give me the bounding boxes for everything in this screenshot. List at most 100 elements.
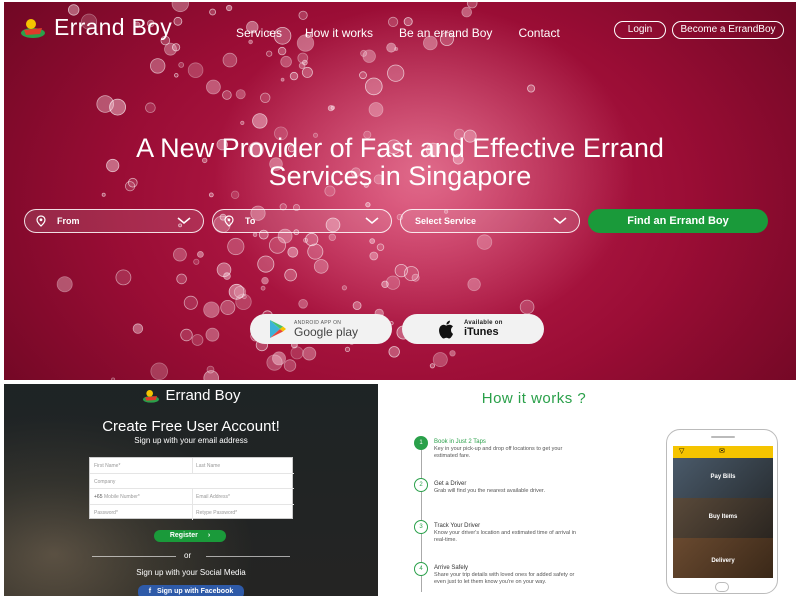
company-field[interactable]: Company — [94, 479, 115, 485]
password-field[interactable]: Password* — [94, 510, 118, 516]
bubble — [252, 113, 268, 129]
itunes-button[interactable]: Available on iTunes — [402, 314, 544, 344]
nav-how-it-works[interactable]: How it works — [305, 26, 373, 40]
form-row-contact: +65 Mobile Number* Email Address* — [90, 489, 294, 505]
bubble — [193, 258, 200, 265]
bubble — [205, 79, 221, 95]
app-section-pay-bills: Pay Bills — [673, 458, 773, 498]
signup-form: First Name* Last Name Company +65 Mobile… — [89, 457, 294, 520]
bubble — [132, 323, 144, 334]
social-signup-title: Sign up with your Social Media — [136, 568, 246, 577]
become-errandboy-button[interactable]: Become a ErrandBoy — [672, 21, 784, 39]
bubble — [176, 273, 187, 285]
bubble — [344, 346, 351, 352]
bubble — [298, 298, 308, 309]
bubble — [260, 285, 266, 291]
facebook-signup-label: Sign up with Facebook — [157, 588, 234, 595]
bubble — [352, 301, 362, 311]
bubble — [280, 77, 285, 82]
bubble — [359, 71, 367, 80]
step-number-badge: 2 — [414, 478, 428, 492]
chevron-down-icon — [553, 217, 567, 225]
facebook-signup-button[interactable]: f Sign up with Facebook — [138, 585, 244, 596]
itunes-big-text: iTunes — [464, 326, 499, 338]
bubble — [330, 105, 335, 110]
facebook-icon: f — [148, 588, 152, 595]
bubble — [260, 92, 271, 104]
phone-speaker — [711, 436, 735, 438]
hero-headline-line2: Services in Singapore — [268, 161, 532, 191]
bubble — [287, 246, 299, 258]
pay-bills-label: Pay Bills — [710, 474, 736, 480]
from-location-select[interactable]: From — [24, 209, 204, 233]
step-number-badge: 1 — [414, 436, 428, 450]
login-button[interactable]: Login — [614, 21, 666, 39]
bubble — [203, 301, 220, 318]
bubble — [305, 232, 319, 247]
step-title: Track Your Driver — [434, 523, 481, 529]
how-it-works-section: How it works ? 1 Book in Just 2 Taps Key… — [384, 384, 796, 596]
bubble — [191, 334, 204, 346]
mobile-prefix: +65 — [94, 494, 103, 500]
bubble — [301, 66, 313, 78]
mail-icon: ✉ — [719, 448, 725, 455]
bubble — [313, 259, 329, 274]
delivery-label: Delivery — [711, 558, 735, 564]
form-divider — [192, 489, 193, 504]
bubble — [178, 62, 185, 68]
or-divider-right — [206, 556, 290, 557]
retype-password-field[interactable]: Retype Password* — [196, 510, 237, 516]
bubble — [220, 299, 236, 315]
nav-be-an-errand-boy[interactable]: Be an errand Boy — [399, 26, 492, 40]
bubble — [223, 272, 231, 280]
google-play-button[interactable]: ANDROID APP ON Google play — [250, 314, 392, 344]
step-description: Grab will find you the nearest available… — [434, 488, 545, 494]
bubble — [280, 55, 292, 68]
first-name-field[interactable]: First Name* — [94, 463, 120, 469]
form-divider — [192, 458, 193, 473]
register-label: Register — [169, 532, 198, 539]
main-nav: Services How it works Be an errand Boy C… — [236, 26, 560, 40]
bubble — [172, 247, 187, 262]
register-button[interactable]: Register › — [154, 530, 226, 542]
bubble — [527, 84, 536, 93]
nav-contact[interactable]: Contact — [518, 26, 559, 40]
nav-services[interactable]: Services — [236, 26, 282, 40]
buy-items-label: Buy Items — [708, 514, 738, 520]
service-select[interactable]: Select Service — [400, 209, 580, 233]
step-number-badge: 3 — [414, 520, 428, 534]
bubble — [341, 285, 347, 291]
bubble — [290, 346, 304, 360]
bubble — [432, 352, 448, 368]
bubble — [386, 42, 397, 53]
bubble — [187, 62, 204, 78]
google-play-big-text: Google play — [294, 325, 359, 339]
bubble — [328, 233, 336, 241]
bell-icon: ▽ — [679, 448, 685, 455]
last-name-field[interactable]: Last Name — [196, 463, 220, 469]
hero-headline: A New Provider of Fast and Effective Err… — [4, 134, 796, 190]
from-placeholder: From — [57, 216, 80, 226]
step-title: Book in Just 2 Taps — [434, 439, 486, 445]
hero-headline-line1: A New Provider of Fast and Effective Err… — [136, 133, 664, 163]
step-title: Get a Driver — [434, 481, 467, 487]
to-location-select[interactable]: To — [212, 209, 392, 233]
bubble — [226, 4, 233, 12]
bubble — [266, 50, 273, 57]
bubble — [283, 359, 297, 372]
or-text: or — [184, 551, 192, 560]
bubble — [429, 363, 435, 369]
bubble — [376, 243, 385, 251]
mobile-number-field[interactable]: Mobile Number* — [104, 494, 140, 500]
bubble — [183, 295, 198, 310]
brand-logo-link[interactable]: Errand Boy — [18, 14, 172, 41]
hero-section: Errand Boy Services How it works Be an e… — [4, 2, 796, 380]
signup-panel: Errand Boy Create Free User Account! Sig… — [4, 384, 378, 596]
find-errand-boy-button[interactable]: Find an Errand Boy — [588, 209, 768, 233]
bubble — [449, 350, 456, 357]
bubble — [173, 16, 183, 26]
bubble — [111, 377, 116, 380]
bubble — [150, 362, 168, 380]
bubble — [261, 276, 269, 285]
email-field[interactable]: Email Address* — [196, 494, 230, 500]
